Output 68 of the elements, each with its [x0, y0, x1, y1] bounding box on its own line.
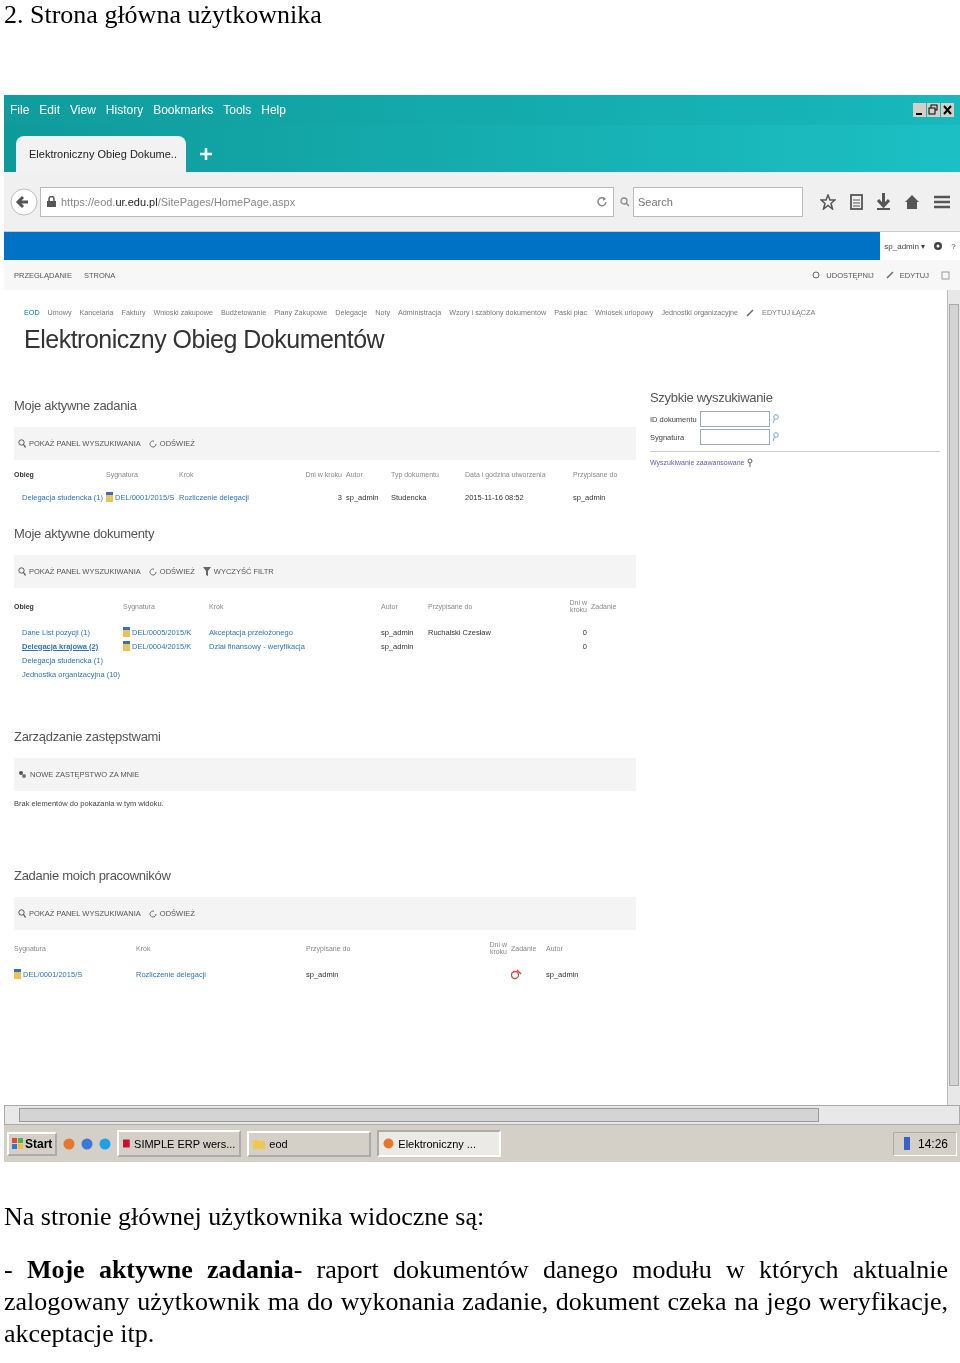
section-title: Moje aktywne zadania: [14, 398, 138, 413]
bullet-paragraph: - Moje aktywne zadania- raport dokumentów danego modułu w których aktualnie zalogowany użytkownik ma do wykonania zadanie, dokument czeka na jego weryfikacje, akceptacje itp.: [4, 1254, 948, 1350]
folder-icon: [253, 1138, 266, 1149]
taskbar-item[interactable]: eod: [247, 1130, 372, 1157]
section-title: Moje aktywne dokumenty: [14, 526, 156, 541]
search-icon[interactable]: [772, 432, 779, 442]
minimize-icon[interactable]: [913, 103, 926, 117]
close-icon[interactable]: [941, 103, 954, 117]
task-icon[interactable]: [511, 968, 522, 980]
star-icon[interactable]: [820, 193, 836, 210]
home-icon[interactable]: [904, 193, 920, 210]
user-menu[interactable]: sp_admin ▾: [884, 241, 926, 251]
refresh-icon: [148, 439, 157, 448]
clipboard-icon[interactable]: [850, 193, 863, 210]
back-icon[interactable]: [10, 187, 38, 216]
taskbar-item[interactable]: SIMPLE ERP wers...: [117, 1130, 242, 1157]
horizontal-scrollbar[interactable]: [4, 1105, 960, 1125]
windows-logo-icon: [12, 1138, 23, 1149]
section-title: Zadanie moich pracowników: [14, 868, 172, 883]
new-tab-icon[interactable]: [200, 148, 212, 160]
search-field[interactable]: Search: [633, 186, 803, 217]
section-title: Zarządzanie zastępstwami: [14, 729, 162, 744]
input-field[interactable]: [700, 429, 770, 445]
input-field[interactable]: [700, 411, 770, 427]
menu-icon[interactable]: [934, 194, 950, 209]
site-title: Elektroniczny Obieg Dokumentów: [24, 325, 386, 354]
search-icon: [18, 439, 26, 448]
menu-item[interactable]: Help: [261, 103, 286, 117]
document-icon: [106, 492, 113, 502]
refresh-icon: [148, 909, 157, 918]
reload-icon[interactable]: [597, 196, 607, 207]
document-icon: [123, 627, 130, 637]
menu-item[interactable]: Tools: [223, 103, 252, 117]
document-icon: [14, 969, 21, 979]
search-icon: [620, 196, 630, 207]
download-icon[interactable]: [877, 193, 890, 210]
panel-title: Szybkie wyszukiwanie: [650, 390, 774, 405]
filter-icon: [202, 566, 211, 577]
magnifier-icon: [747, 458, 754, 467]
share-icon: [812, 271, 821, 279]
body-text: Na stronie głównej użytkownika widoczne są:: [4, 1202, 486, 1232]
menu-item[interactable]: Edit: [39, 103, 61, 117]
pencil-icon: [746, 308, 755, 317]
search-icon: [18, 909, 26, 918]
network-icon[interactable]: [901, 1137, 912, 1150]
help-button[interactable]: ?: [951, 241, 956, 251]
browser-tab[interactable]: Elektroniczny Obieg Dokume..: [16, 136, 186, 172]
vertical-scrollbar[interactable]: [947, 290, 960, 1105]
document-icon: [123, 641, 130, 651]
clock: 14:26: [917, 1136, 948, 1151]
menu-item[interactable]: File: [10, 103, 30, 117]
restore-icon[interactable]: [927, 103, 940, 117]
start-button[interactable]: Start: [7, 1131, 58, 1156]
app-icon: [123, 1137, 131, 1150]
address-bar[interactable]: https://eod.ur.edu.pl/SitePages/HomePage.aspx: [40, 186, 614, 217]
search-icon[interactable]: [772, 414, 779, 424]
people-icon: [18, 770, 27, 779]
refresh-icon: [148, 567, 157, 576]
search-icon: [18, 567, 26, 576]
focus-icon[interactable]: [941, 270, 950, 280]
lock-icon: [47, 196, 56, 207]
taskbar-item[interactable]: Elektroniczny ...: [377, 1130, 502, 1157]
pencil-icon: [885, 271, 894, 279]
menu-item[interactable]: History: [105, 103, 144, 117]
menu-item[interactable]: View: [70, 103, 96, 117]
menu-item[interactable]: Bookmarks: [153, 103, 214, 117]
settings-icon[interactable]: [933, 241, 944, 251]
section-heading: 2. Strona główna użytkownika: [3, 0, 323, 31]
